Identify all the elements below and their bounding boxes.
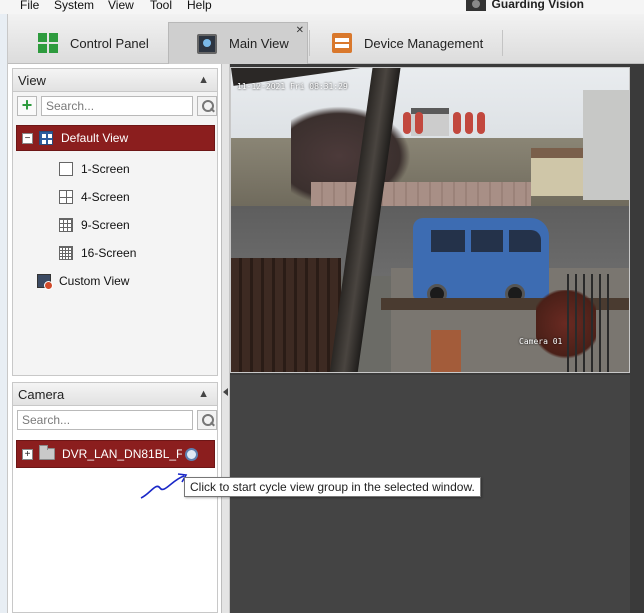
- video-area: 11-12-2021 Fri 08:31:29 Camera 01: [230, 64, 644, 613]
- view-search-input[interactable]: [41, 96, 193, 116]
- tree-item-label: 16-Screen: [81, 246, 137, 260]
- camera-section-title: Camera: [18, 386, 65, 402]
- tree-item-9-screen[interactable]: 9-Screen: [59, 216, 130, 234]
- menu-view[interactable]: View: [108, 0, 134, 12]
- feed-house: [531, 148, 591, 196]
- four-screen-icon: [59, 190, 73, 204]
- feed-trellis: [567, 274, 609, 372]
- one-screen-icon: [59, 162, 73, 176]
- video-window-1[interactable]: 11-12-2021 Fri 08:31:29 Camera 01: [230, 67, 630, 373]
- default-view-icon: [39, 131, 53, 145]
- chevron-up-icon[interactable]: ▲: [198, 388, 209, 400]
- feed-lantern: [403, 112, 411, 134]
- collapse-icon[interactable]: −: [22, 132, 33, 144]
- brand-logo-icon: [465, 0, 486, 11]
- view-section-title: View: [18, 72, 46, 88]
- feed-wall: [311, 182, 531, 208]
- view-search-bar: +: [17, 96, 217, 116]
- cycle-view-tooltip: Click to start cycle view group in the s…: [184, 477, 481, 497]
- menu-system[interactable]: System: [54, 0, 94, 12]
- tree-item-default-view[interactable]: − Default View: [16, 125, 215, 151]
- left-panel: View ▲ + − Default View 1-Screen 4-Scree…: [8, 64, 222, 613]
- feed-house: [583, 90, 629, 200]
- tree-item-label: 9-Screen: [81, 218, 130, 232]
- video-timestamp: 11-12-2021 Fri 08:31:29: [237, 82, 348, 91]
- nine-screen-icon: [59, 218, 73, 232]
- add-view-button[interactable]: +: [17, 96, 37, 116]
- tree-item-label: Custom View: [59, 274, 130, 288]
- tree-item-1-screen[interactable]: 1-Screen: [59, 160, 130, 178]
- tab-control-panel[interactable]: Control Panel: [38, 22, 178, 64]
- menu-help[interactable]: Help: [187, 0, 212, 12]
- grid-icon: [38, 33, 58, 53]
- tree-item-label: 4-Screen: [81, 190, 130, 204]
- expand-icon[interactable]: +: [22, 448, 33, 460]
- chevron-up-icon[interactable]: ▲: [198, 74, 209, 86]
- tab-device-management[interactable]: Device Management: [332, 22, 502, 64]
- brand-name: Guarding Vision: [491, 0, 584, 11]
- feed-lantern: [465, 112, 473, 134]
- search-icon[interactable]: [197, 410, 217, 430]
- custom-view-icon: [37, 274, 53, 290]
- feed-lantern: [415, 112, 423, 134]
- camera-section-header[interactable]: Camera ▲: [12, 382, 218, 406]
- tree-item-dvr-device[interactable]: + DVR_LAN_DN81BL_F5C02...: [16, 440, 215, 468]
- camera-section-body: + DVR_LAN_DN81BL_F5C02...: [12, 406, 218, 613]
- video-scroll-strip: [630, 64, 644, 613]
- menu-tool[interactable]: Tool: [150, 0, 172, 12]
- tab-separator: [502, 30, 503, 56]
- feed-van-window: [509, 230, 541, 252]
- tab-bar: Control Panel Main View ✕ Device Managem…: [8, 14, 644, 64]
- tab-label: Device Management: [364, 35, 484, 51]
- menu-bar: File System View Tool Help Guarding Visi…: [0, 0, 644, 14]
- feed-van-window: [471, 230, 503, 252]
- search-icon[interactable]: [197, 96, 217, 116]
- camera-search-bar: [17, 410, 217, 430]
- tab-label: Main View: [229, 36, 289, 51]
- view-section-header[interactable]: View ▲: [12, 68, 218, 92]
- sixteen-screen-icon: [59, 246, 73, 260]
- monitor-icon: [197, 33, 217, 54]
- feed-lantern: [453, 112, 461, 134]
- collapse-arrow-icon[interactable]: [223, 388, 228, 396]
- tab-label: Control Panel: [70, 35, 149, 51]
- menu-file[interactable]: File: [20, 0, 39, 12]
- device-icon: [332, 33, 352, 53]
- camera-search-input[interactable]: [17, 410, 193, 430]
- feed-van-window: [431, 230, 465, 252]
- tree-item-label: 1-Screen: [81, 162, 130, 176]
- video-camera-label: Camera 01: [519, 337, 563, 346]
- feed-plant-pot: [431, 330, 461, 372]
- tree-item-label: Default View: [61, 131, 129, 145]
- view-section-body: + − Default View 1-Screen 4-Screen 9-Scr…: [12, 92, 218, 376]
- tree-item-custom-view[interactable]: Custom View: [37, 272, 129, 290]
- panel-splitter[interactable]: [222, 64, 230, 613]
- tab-separator: [309, 30, 310, 56]
- device-name: DVR_LAN_DN81BL_F5C02...: [62, 447, 182, 461]
- desktop-edge-strip: [0, 14, 8, 613]
- tree-item-16-screen[interactable]: 16-Screen: [59, 244, 136, 262]
- tree-item-4-screen[interactable]: 4-Screen: [59, 188, 130, 206]
- feed-lanterns: [403, 112, 503, 138]
- feed-van: [413, 218, 549, 304]
- close-icon[interactable]: ✕: [296, 25, 304, 36]
- feed-fence: [231, 258, 341, 372]
- folder-icon: [39, 445, 55, 460]
- feed-lantern: [477, 112, 485, 134]
- tab-main-view[interactable]: Main View ✕: [168, 22, 308, 64]
- cycle-view-icon[interactable]: [185, 447, 198, 461]
- brand: Guarding Vision: [465, 0, 584, 11]
